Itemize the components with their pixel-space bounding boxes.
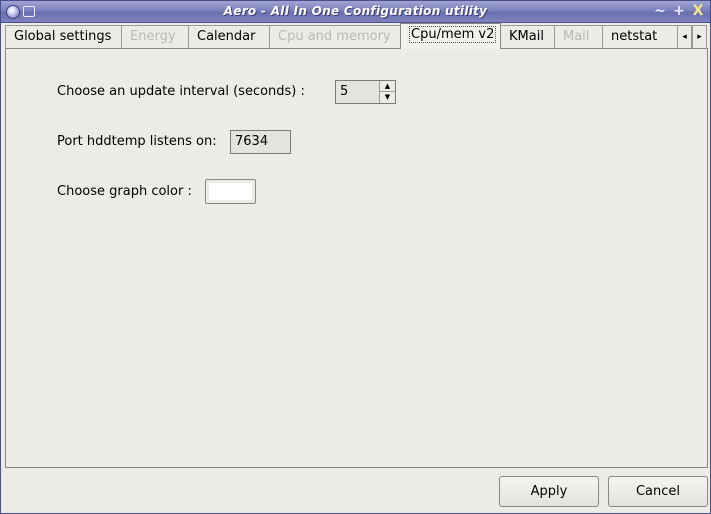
tab-label: KMail — [509, 29, 544, 44]
update-interval-label: Choose an update interval (seconds) : — [57, 84, 305, 99]
tab-mail: Mail — [554, 25, 603, 49]
close-button[interactable]: X — [690, 3, 706, 20]
window-title: Aero - All In One Configuration utility — [223, 4, 488, 18]
apply-button[interactable]: Apply — [499, 476, 599, 507]
tab-scroll-left-icon[interactable]: ◂ — [677, 25, 692, 49]
tab-label: Cpu and memory — [278, 29, 391, 44]
tab-label: Global settings — [14, 29, 112, 44]
graph-color-label: Choose graph color : — [57, 184, 192, 199]
port-label: Port hddtemp listens on: — [57, 134, 217, 149]
config-window: Aero - All In One Configuration utility … — [0, 0, 711, 514]
port-input[interactable]: 7634 — [230, 130, 291, 154]
update-interval-spinbox[interactable]: 5 ▲ ▼ — [335, 80, 396, 104]
tab-label: Mail — [563, 29, 590, 44]
update-interval-value[interactable]: 5 — [340, 84, 348, 99]
tab-scroll-right-icon[interactable]: ▸ — [692, 25, 707, 49]
tab-cpu-and-memory: Cpu and memory — [269, 25, 401, 49]
maximize-button[interactable]: + — [671, 3, 687, 20]
tab-cpu-mem-v2[interactable]: Cpu/mem v2 — [400, 23, 501, 49]
tab-panel — [5, 48, 708, 468]
tab-kmail[interactable]: KMail — [500, 25, 555, 49]
tab-calendar[interactable]: Calendar — [188, 25, 270, 49]
tab-label: Calendar — [197, 29, 256, 44]
spin-down-icon[interactable]: ▼ — [380, 92, 395, 103]
graph-color-swatch — [209, 183, 252, 200]
graph-color-button[interactable] — [205, 179, 256, 204]
minimize-button[interactable]: ~ — [652, 3, 668, 20]
title-bar[interactable]: Aero - All In One Configuration utility … — [1, 1, 710, 23]
spin-up-icon[interactable]: ▲ — [380, 81, 395, 92]
tab-energy: Energy — [121, 25, 189, 49]
tab-bar: Global settings Energy Calendar Cpu and … — [5, 23, 708, 49]
tab-netstat[interactable]: netstat — [602, 25, 678, 49]
spin-arrows: ▲ ▼ — [379, 81, 395, 103]
cancel-button[interactable]: Cancel — [608, 476, 708, 507]
tab-global-settings[interactable]: Global settings — [5, 25, 122, 49]
tab-label: netstat — [611, 29, 658, 44]
tab-label: Energy — [130, 29, 176, 44]
tab-label: Cpu/mem v2 — [409, 26, 497, 43]
